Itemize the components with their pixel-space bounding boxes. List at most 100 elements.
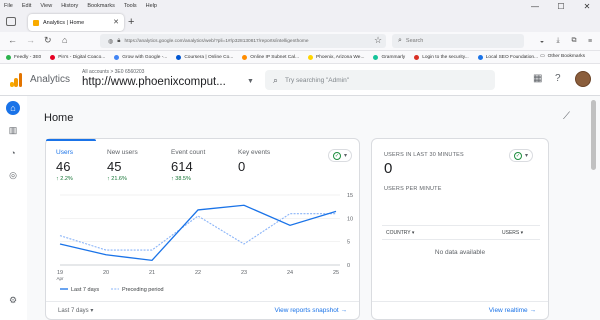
forward-icon[interactable]: → [26,35,35,45]
metric-value: 614 [171,159,193,174]
view-reports-snapshot-link[interactable]: View reports snapshot → [274,307,347,314]
menu-file[interactable]: File [4,3,13,9]
menu-history[interactable]: History [61,3,78,9]
other-bookmarks[interactable]: ▭ Other Bookmarks [540,54,585,59]
x-tick-label: 25 [333,270,339,276]
extensions-icon[interactable]: ⧉ [569,36,579,46]
card-footer: View realtime → [372,301,548,319]
metric-key-events[interactable]: Key events 0 [238,149,270,174]
country-column-label: COUNTRY [386,230,411,236]
realtime-quality-button[interactable]: ✓ ▾ [509,149,533,162]
back-icon[interactable]: ← [8,35,17,45]
bookmark-favicon-icon [373,54,379,60]
app-title[interactable]: Analytics [30,74,70,85]
bookmark-item[interactable]: Feedly - 3E0 [6,54,41,60]
reload-icon[interactable]: ↻ [44,35,52,46]
shield-icon[interactable]: ◍ [108,38,113,45]
tab-overview-icon[interactable] [6,17,16,26]
account-breadcrumb[interactable]: All accounts > 3E0 6560203 [82,69,144,75]
x-tick-label: 23 [241,270,247,276]
bookmark-item[interactable]: Grammarly [373,54,405,60]
metric-new-users[interactable]: New users 45 ↑ 21.6% [107,149,138,182]
series-line-preceding-period [59,213,336,251]
legend-label-last-7-days: Last 7 days [71,287,99,293]
help-icon[interactable]: ? [555,73,561,84]
users-per-minute-label: USERS PER MINUTE [384,186,442,192]
date-range-selector[interactable]: Last 7 days ▾ [58,307,93,314]
download-icon[interactable]: ⤓ [553,36,563,46]
page-scrollbar[interactable] [591,100,596,170]
bookmark-label: Login to the security... [422,54,469,60]
menu-view[interactable]: View [40,3,52,9]
nav-reports-icon[interactable]: ▥ [6,123,20,137]
bookmark-favicon-icon [50,54,56,60]
metric-event-count[interactable]: Event count 614 ↑ 38.5% [171,149,205,182]
left-nav-rail: ⌂ ▥ ◔ ◎ ⚙ [0,96,27,320]
bookmark-item[interactable]: Phoenix, Arizona We... [308,54,364,60]
bookmark-favicon-icon [6,54,11,60]
bookmark-item[interactable]: Pin's - Digital Coaco... [50,54,106,60]
bookmark-favicon-icon [114,54,120,60]
chevron-down-icon: ▾ [524,153,528,159]
metric-label: Users [56,149,73,156]
bookmark-star-icon[interactable]: ☆ [374,35,382,46]
no-data-message: No data available [434,249,486,256]
bookmark-label: Pin's - Digital Coaco... [58,54,106,60]
legend-label-preceding-period: Preceding period [122,287,164,293]
menu-help[interactable]: Help [146,3,157,9]
bookmark-favicon-icon [242,54,248,60]
bookmark-item[interactable]: Coursera | Online Co... [176,54,234,60]
new-tab-icon[interactable]: + [128,16,134,28]
tab-strip: Analytics | Home ✕ + [0,11,600,32]
home-icon[interactable]: ⌂ [62,35,67,45]
metric-users[interactable]: Users 46 ↑ 2.2% [46,139,96,182]
insights-trend-icon[interactable]: ⟋ [563,111,570,122]
country-column-header[interactable]: COUNTRY ▾ [386,230,414,236]
users-column-label: USERS [502,230,520,236]
bookmark-item[interactable]: Login to the security... [414,54,469,60]
overview-card: Users 46 ↑ 2.2% New users 45 ↑ 21.6% Eve… [45,138,360,320]
analytics-logo-icon[interactable] [10,73,23,87]
property-selector[interactable]: http://www.phoenixcomput... [82,76,226,88]
bookmarks-bar: Feedly - 3E0 Pin's - Digital Coaco... Gr… [0,51,600,64]
nav-explore-icon[interactable]: ◔ [6,146,20,160]
x-tick-label: 24 [287,270,293,276]
search-icon: ⌕ [398,37,402,44]
x-tick-label: 20 [103,270,109,276]
property-dropdown-icon[interactable]: ▼ [247,78,254,85]
data-quality-button[interactable]: ✓ ▾ [328,149,352,162]
y-tick-label: 10 [347,216,353,222]
metric-label: New users [107,149,138,156]
url-bar[interactable]: ◍ 🔒︎ https://analytics.google.com/analyt… [100,34,386,48]
view-realtime-link[interactable]: View realtime → [489,307,536,314]
avatar[interactable] [575,71,591,87]
chevron-down-icon: ▾ [343,153,347,159]
bookmark-label: Grow with Google -... [122,54,168,60]
tab-analytics[interactable]: Analytics | Home ✕ [28,14,124,31]
nav-admin-gear-icon[interactable]: ⚙ [6,293,20,307]
menu-bookmarks[interactable]: Bookmarks [87,3,115,9]
menu-bar: File Edit View History Bookmarks Tools H… [0,0,600,11]
bookmark-label: Coursera | Online Co... [184,54,234,60]
metric-label: Event count [171,149,206,156]
nav-advertising-icon[interactable]: ◎ [6,168,20,182]
bookmark-item[interactable]: Local SEO Foundation... [477,54,538,60]
date-range-label: Last 7 days [58,308,89,314]
apps-grid-icon[interactable]: ▦ [533,73,542,84]
nav-home-icon[interactable]: ⌂ [6,101,20,115]
navigation-bar: ← → ↻ ⌂ ◍ 🔒︎ https://analytics.google.co… [0,32,600,51]
analytics-header: Analytics All accounts > 3E0 6560203 htt… [0,64,600,96]
y-tick-label: 15 [347,193,353,199]
analytics-search-input[interactable]: ⌕ Try searching "Admin" [265,70,495,90]
app-menu-icon[interactable]: ≡ [585,36,595,46]
realtime-card: USERS IN LAST 30 MINUTES ✓ ▾ 0 USERS PER… [371,138,549,320]
menu-edit[interactable]: Edit [22,3,31,9]
bookmark-item[interactable]: Online IP Subnet Cal... [242,54,299,60]
lock-icon[interactable]: 🔒︎ [117,38,120,45]
bookmark-item[interactable]: Grow with Google -... [114,54,168,60]
browser-search-input[interactable]: ⌕ Search [392,34,524,48]
users-column-header[interactable]: USERS ▾ [502,230,523,236]
close-tab-icon[interactable]: ✕ [113,18,119,26]
pocket-icon[interactable]: ◒ [537,36,547,46]
menu-tools[interactable]: Tools [124,3,137,9]
